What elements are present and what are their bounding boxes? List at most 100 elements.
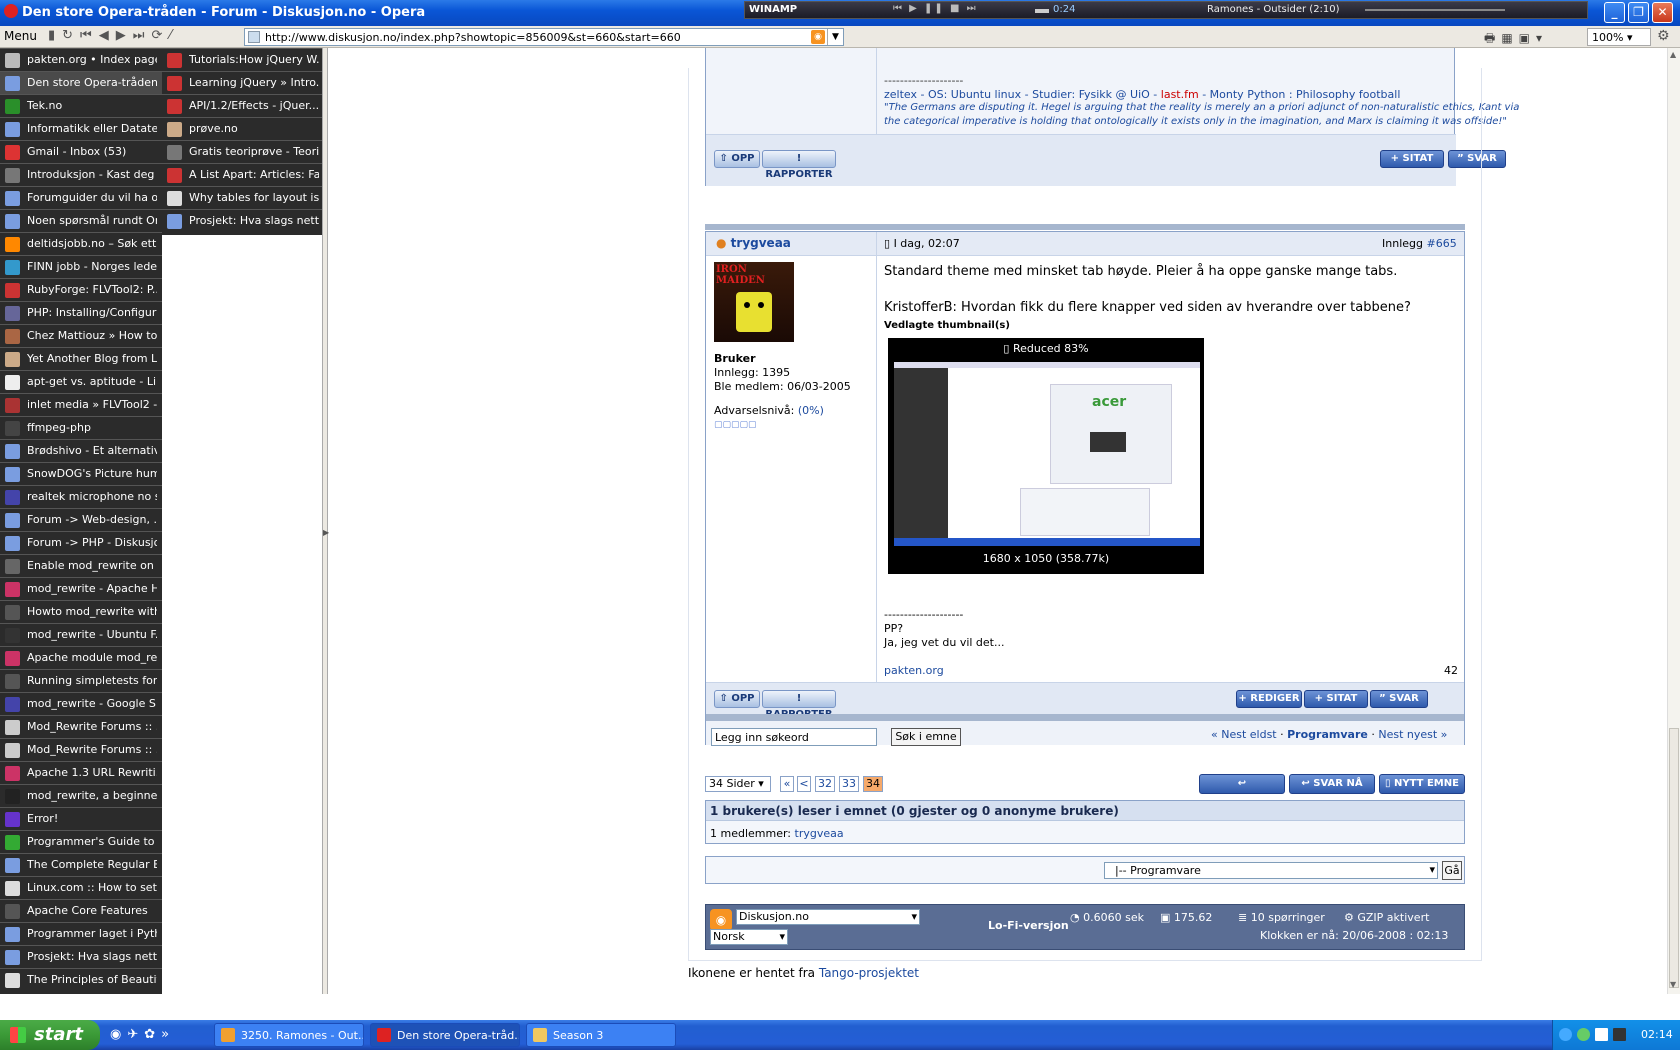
bookmark-item[interactable]: realtek microphone no s... (0, 485, 162, 508)
reply-now-button[interactable]: ↩ SVAR NÅ (1289, 774, 1375, 794)
site-select[interactable]: Diskusjon.no ▾ (736, 909, 920, 925)
bookmark-item[interactable]: Introduksjon - Kast deg ... (0, 163, 162, 186)
chevron-down-icon[interactable]: ▼ (827, 29, 843, 45)
quote-button[interactable]: + SITAT (1304, 690, 1368, 708)
lofi-link[interactable]: Lo-Fi-versjon (988, 919, 1069, 932)
bookmark-item[interactable]: PHP: Installing/Configuri... (0, 301, 162, 324)
prev-page-button[interactable]: < (797, 776, 811, 792)
reply-button[interactable]: ” SVAR (1370, 690, 1428, 708)
tool-icons[interactable]: 🖶▦▣▾ (1484, 29, 1548, 50)
scroll-down-icon[interactable]: ▼ (1670, 980, 1676, 989)
panel-splitter[interactable]: ▶ (322, 48, 329, 994)
bookmark-item[interactable]: Gmail - Inbox (53) (0, 140, 162, 163)
report-button[interactable]: ! RAPPORTER (762, 690, 836, 720)
minimize-button[interactable]: _ (1604, 2, 1625, 23)
bookmark-item[interactable]: mod_rewrite - Ubuntu F... (0, 623, 162, 646)
bookmark-item[interactable]: Learning jQuery » Intro... (162, 71, 322, 94)
start-button[interactable]: start (0, 1020, 100, 1050)
forum-jump-select[interactable]: |-- Programvare ▾ (1104, 862, 1438, 879)
mail-icon[interactable] (1595, 1028, 1608, 1041)
bookmark-item[interactable]: Den store Opera-tråden ... (0, 71, 162, 94)
bookmark-item[interactable]: Error! (0, 807, 162, 830)
post-number-link[interactable]: #665 (1426, 237, 1456, 250)
bookmark-item[interactable]: Running simpletests for ... (0, 669, 162, 692)
winamp-controls[interactable]: ⏮ ▶ ❚❚ ■ ⏭ (893, 3, 978, 14)
topic-search-input[interactable] (711, 728, 877, 746)
bookmark-item[interactable]: A List Apart: Articles: Fa... (162, 163, 322, 186)
bookmark-item[interactable]: mod_rewrite, a beginne... (0, 784, 162, 807)
bookmark-item[interactable]: Forum -> Web-design, ... (0, 508, 162, 531)
page-33-link[interactable]: 33 (839, 776, 859, 792)
bookmark-item[interactable]: mod_rewrite - Google S... (0, 692, 162, 715)
bookmark-item[interactable]: inlet media » FLVTool2 - ... (0, 393, 162, 416)
bookmark-item[interactable]: ffmpeg-php (0, 416, 162, 439)
bookmark-item[interactable]: Chez Mattiouz » How to ... (0, 324, 162, 347)
bookmark-item[interactable]: Mod_Rewrite Forums :: ... (0, 738, 162, 761)
winamp-seekbar[interactable] (1365, 9, 1505, 11)
pages-dropdown[interactable]: 34 Sider ▾ (705, 776, 771, 792)
page-32-link[interactable]: 32 (815, 776, 835, 792)
bookmark-item[interactable]: SnowDOG's Picture hum... (0, 462, 162, 485)
close-button[interactable]: ✕ (1652, 2, 1673, 23)
bookmark-item[interactable]: Mod_Rewrite Forums :: ... (0, 715, 162, 738)
address-bar[interactable]: http://www.diskusjon.no/index.php?showto… (244, 28, 844, 46)
bookmark-item[interactable]: Prosjekt: Hva slags nett... (0, 945, 162, 968)
menu-button[interactable]: Menu (4, 29, 37, 43)
bookmark-item[interactable]: Apache 1.3 URL Rewriti... (0, 761, 162, 784)
lastfm-link[interactable]: last.fm (1161, 88, 1199, 101)
bookmark-item[interactable]: Informatikk eller Datate... (0, 117, 162, 140)
maximize-button[interactable]: ❐ (1628, 2, 1649, 23)
taskbar-task[interactable]: Den store Opera-tråd... (370, 1023, 520, 1047)
bookmark-item[interactable]: Enable mod_rewrite on ... (0, 554, 162, 577)
post-author[interactable]: ● trygveaa (716, 236, 791, 250)
bookmark-item[interactable]: apt-get vs. aptitude - Li... (0, 370, 162, 393)
quick-reply-button[interactable]: ↩ HURTIGSVAR (1199, 774, 1285, 807)
bookmark-item[interactable]: Apache module mod_re... (0, 646, 162, 669)
gear-icon[interactable]: ⚙ (1657, 28, 1670, 44)
quicklaunch-icons[interactable]: ◉✈✿» (110, 1027, 175, 1042)
rss-icon[interactable]: ◉ (811, 30, 825, 44)
bookmark-item[interactable]: Yet Another Blog from L... (0, 347, 162, 370)
search-topic-button[interactable]: Søk i emne (891, 728, 961, 746)
bookmark-item[interactable]: Tutorials:How jQuery W... (162, 48, 322, 71)
bookmark-item[interactable]: Why tables for layout is ... (162, 186, 322, 209)
edit-button[interactable]: + REDIGER (1236, 690, 1302, 708)
zoom-select[interactable]: 100% ▾ (1587, 28, 1651, 46)
bookmark-item[interactable]: FINN jobb - Norges lede... (0, 255, 162, 278)
up-button[interactable]: ⇧ OPP (714, 150, 760, 168)
report-button[interactable]: ! RAPPORTER (762, 150, 836, 180)
attachment-thumbnail[interactable]: ▯ Reduced 83% acer 1680 x 1050 (358.77k) (888, 338, 1204, 574)
bookmark-item[interactable]: API/1.2/Effects - jQuer... (162, 94, 322, 117)
bookmark-item[interactable]: The Principles of Beautif... (0, 968, 162, 991)
bookmark-item[interactable]: Forum -> PHP - Diskusjo... (0, 531, 162, 554)
bookmark-item[interactable]: Brødshivo - Et alternativ... (0, 439, 162, 462)
go-button[interactable]: Gå (1442, 861, 1462, 880)
bookmark-item[interactable]: Prosjekt: Hva slags nett... (162, 209, 322, 232)
bookmark-item[interactable]: Tek.no (0, 94, 162, 117)
bookmark-item[interactable]: Noen spørsmål rundt On... (0, 209, 162, 232)
first-page-button[interactable]: « (780, 776, 794, 792)
scroll-up-icon[interactable]: ▲ (1670, 50, 1676, 59)
forum-link[interactable]: Programvare (1287, 728, 1368, 741)
member-link[interactable]: trygveaa (795, 827, 844, 840)
signature-link[interactable]: pakten.org (884, 664, 944, 677)
prev-topic-link[interactable]: « Nest eldst (1211, 728, 1277, 741)
reply-button[interactable]: ” SVAR (1448, 150, 1506, 168)
up-button[interactable]: ⇧ OPP (714, 690, 760, 708)
bookmark-item[interactable]: Forumguider du vil ha o... (0, 186, 162, 209)
rss-icon[interactable]: ◉ (710, 909, 732, 931)
messenger-icon[interactable] (1577, 1028, 1590, 1041)
bookmark-item[interactable]: RubyForge: FLVTool2: P... (0, 278, 162, 301)
page-scrollbar[interactable]: ▲ ▼ (1667, 48, 1680, 994)
new-topic-button[interactable]: ▯ NYTT EMNE (1379, 774, 1465, 794)
nav-icons[interactable]: ▮↻⏮◀▶⏭⟳⁄ (48, 28, 179, 43)
winamp-bar[interactable]: WINAMP ⏮ ▶ ❚❚ ■ ⏭ 0:24 Ramones - Outside… (744, 1, 1588, 19)
winamp-volume[interactable] (1035, 9, 1049, 13)
bookmark-item[interactable]: Linux.com :: How to set ... (0, 876, 162, 899)
bookmark-item[interactable]: Programmer's Guide to ... (0, 830, 162, 853)
taskbar-task[interactable]: Season 3 (526, 1023, 676, 1047)
bookmark-item[interactable]: Apache Core Features (0, 899, 162, 922)
bookmark-item[interactable]: prøve.no (162, 117, 322, 140)
bookmark-item[interactable]: Howto mod_rewrite with... (0, 600, 162, 623)
bookmark-item[interactable]: mod_rewrite - Apache H... (0, 577, 162, 600)
